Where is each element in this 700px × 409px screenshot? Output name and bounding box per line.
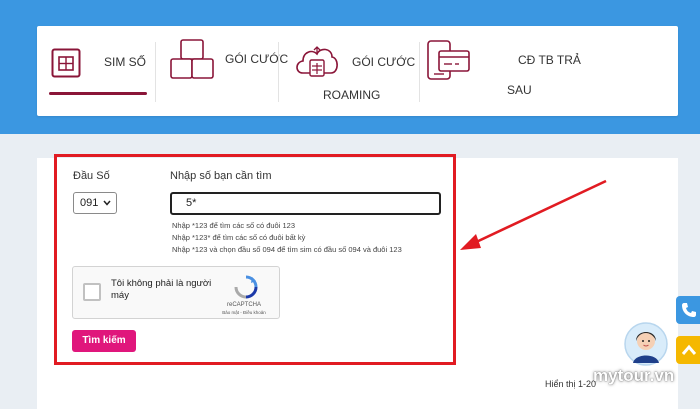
tab-roaming-label-line1: GÓI CƯỚC [352, 55, 416, 69]
tab-goi-cuoc[interactable]: GÓI CƯỚC [156, 26, 288, 116]
cloud-sim-icon [296, 46, 338, 77]
chat-assistant-avatar[interactable] [623, 321, 669, 367]
tab-roaming-label-line2: ROAMING [323, 88, 381, 102]
annotation-arrow-icon [460, 179, 607, 250]
results-count: Hiển thị 1-20 [545, 379, 597, 389]
tab-cd-tb-label-line1: CĐ TB TRẢ [518, 53, 581, 67]
category-nav: SIM SỐ GÓI CƯỚC GÓI CƯỚC ROAMING CĐ TB T… [37, 26, 678, 116]
tab-goi-cuoc-roaming[interactable]: GÓI CƯỚC ROAMING [279, 26, 419, 116]
stacked-boxes-icon [170, 39, 214, 79]
active-tab-indicator [49, 92, 147, 95]
tab-cd-tb-label-line2: SAU [507, 83, 532, 97]
tab-sim-so-label: SIM SỐ [104, 55, 147, 69]
sim-device-icon [427, 40, 470, 80]
phone-call-button[interactable] [676, 296, 700, 324]
tab-cd-tb-tra-sau[interactable]: CĐ TB TRẢ SAU [420, 26, 581, 116]
chevron-up-icon [681, 344, 697, 355]
sim-card-icon [51, 48, 81, 78]
highlight-box [54, 154, 456, 365]
scroll-top-button[interactable] [676, 336, 700, 364]
watermark-logo: mytour.vn [593, 366, 675, 385]
tab-sim-so[interactable]: SIM SỐ [37, 26, 155, 116]
phone-icon [682, 303, 696, 317]
